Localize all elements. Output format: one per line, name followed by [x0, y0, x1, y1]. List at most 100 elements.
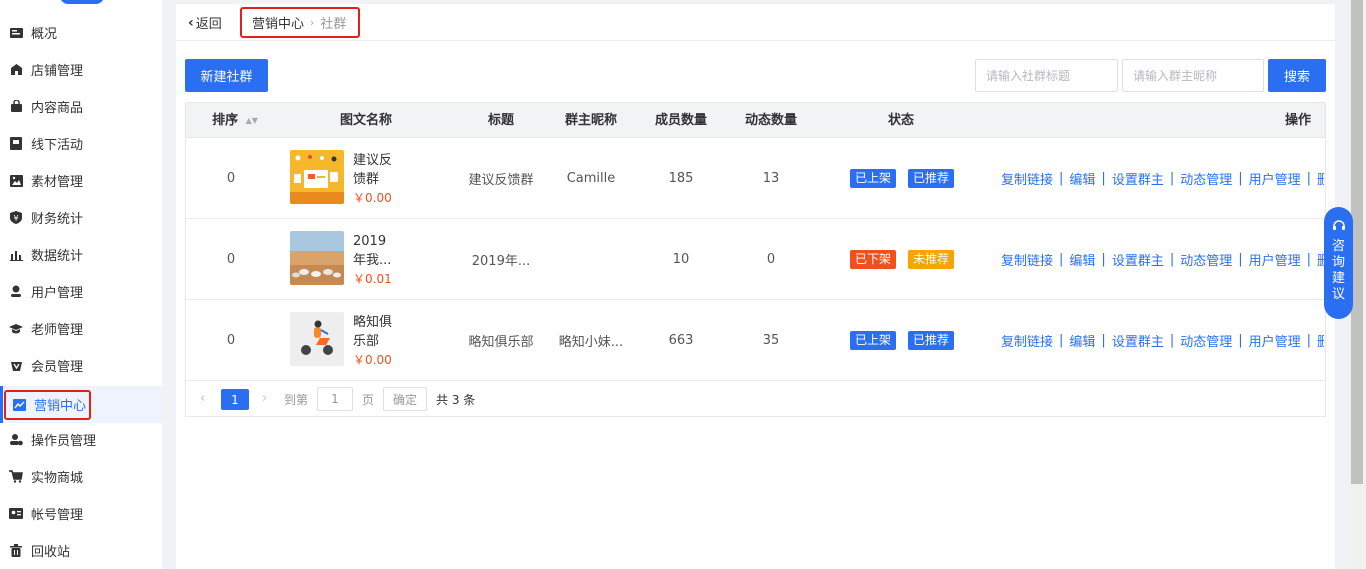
copy-link-link[interactable]: 复制链接	[1001, 250, 1053, 269]
sidebar-item-label: 操作员管理	[31, 434, 97, 449]
item-name-line2: 乐部	[353, 334, 380, 349]
thumbnail-feedback-image[interactable]	[290, 150, 344, 204]
sidebar-item-materials[interactable]: 素材管理	[0, 162, 162, 199]
status-badge-shelf[interactable]: 已上架	[850, 331, 897, 350]
goto-page-input[interactable]: 1	[317, 387, 353, 411]
action-divider: |	[1169, 252, 1175, 267]
chevron-left-icon: ‹	[188, 14, 194, 31]
cart-icon	[9, 470, 23, 484]
item-price: ￥0.00	[353, 191, 392, 205]
current-page-button[interactable]: 1	[221, 389, 249, 410]
sidebar-item-data[interactable]: 数据统计	[0, 236, 162, 273]
cell-members: 185	[668, 171, 694, 186]
search-title-input[interactable]	[975, 59, 1118, 92]
manage-posts-link[interactable]: 动态管理	[1180, 331, 1232, 350]
next-page-icon[interactable]: ›	[262, 391, 267, 406]
graduation-cap-icon	[9, 322, 23, 336]
headset-icon	[1332, 219, 1346, 233]
item-price: ￥0.01	[353, 272, 392, 286]
status-badge-recommend[interactable]: 已推荐	[908, 169, 955, 188]
cell-members: 10	[672, 252, 690, 267]
action-divider: |	[1101, 171, 1106, 186]
sidebar-item-operators[interactable]: 操作员管理	[0, 421, 162, 458]
sidebar-item-members[interactable]: 会员管理	[0, 347, 162, 384]
breadcrumb-item-marketing[interactable]: 营销中心	[252, 13, 304, 32]
page-unit-label: 页	[362, 393, 375, 407]
sidebar-item-users[interactable]: 用户管理	[0, 273, 162, 310]
edit-link[interactable]: 编辑	[1069, 331, 1095, 350]
item-name: 略知俱 乐部 ￥0.00	[353, 313, 413, 370]
sidebar-item-trash[interactable]: 回收站	[0, 532, 162, 569]
status-badge-recommend[interactable]: 已推荐	[908, 331, 955, 350]
column-header-label: 排序	[212, 113, 239, 128]
sidebar-item-label: 素材管理	[31, 175, 84, 190]
item-name: 2019 年我... ￥0.01	[353, 232, 413, 289]
thumbnail-landscape-image[interactable]	[290, 231, 344, 285]
action-divider: |	[1238, 252, 1243, 267]
sidebar-item-teachers[interactable]: 老师管理	[0, 310, 162, 347]
search-button[interactable]: 搜索	[1268, 59, 1326, 92]
action-divider: |	[1059, 333, 1064, 348]
set-owner-link[interactable]: 设置群主	[1112, 250, 1164, 269]
action-divider: |	[1306, 333, 1312, 348]
cell-owner: 略知小妹...	[558, 335, 624, 350]
copy-link-link[interactable]: 复制链接	[1001, 331, 1053, 350]
sidebar-item-offline[interactable]: 线下活动	[0, 125, 162, 162]
sidebar-item-account[interactable]: 帐号管理	[0, 495, 162, 532]
column-header-order[interactable]: 排序 ▲▼	[200, 103, 270, 138]
sidebar-item-overview[interactable]: 概况	[0, 14, 162, 51]
edit-link[interactable]: 编辑	[1069, 250, 1095, 269]
row-actions: 复制链接 | 编辑 | 设置群主 | 动态管理 | 用户管理 | 删除	[1001, 300, 1324, 381]
bar-chart-icon	[9, 248, 23, 262]
sidebar-item-content[interactable]: 内容商品	[0, 88, 162, 125]
manage-users-link[interactable]: 用户管理	[1249, 250, 1301, 269]
cell-posts: 13	[762, 171, 780, 186]
column-header-status: 状态	[887, 113, 914, 128]
action-divider: |	[1238, 171, 1243, 186]
edit-link[interactable]: 编辑	[1069, 169, 1095, 188]
column-header-members: 成员数量	[654, 113, 707, 128]
status-badge-shelf[interactable]: 已下架	[850, 250, 897, 269]
copy-link-link[interactable]: 复制链接	[1001, 169, 1053, 188]
breadcrumb-item-community: 社群	[320, 17, 347, 32]
sort-icon[interactable]: ▲▼	[246, 116, 258, 125]
cell-title: 建议反馈群	[468, 173, 534, 188]
sidebar-item-label: 用户管理	[31, 286, 84, 301]
sidebar-item-shop[interactable]: 店铺管理	[0, 51, 162, 88]
item-name-line1: 建议反	[353, 153, 393, 168]
status-badge-shelf[interactable]: 已上架	[850, 169, 897, 188]
item-name-line2: 馈群	[353, 172, 380, 187]
manage-posts-link[interactable]: 动态管理	[1180, 169, 1232, 188]
set-owner-link[interactable]: 设置群主	[1112, 331, 1164, 350]
sidebar-item-label: 帐号管理	[31, 508, 84, 523]
sidebar-item-label: 数据统计	[31, 249, 84, 264]
back-button[interactable]: ‹ 返回	[188, 13, 222, 33]
manage-posts-link[interactable]: 动态管理	[1180, 250, 1232, 269]
yen-shield-icon: ¥	[9, 211, 23, 225]
manage-users-link[interactable]: 用户管理	[1249, 169, 1301, 188]
set-owner-link[interactable]: 设置群主	[1112, 169, 1164, 188]
action-divider: |	[1059, 171, 1064, 186]
consult-suggestion-button[interactable]: 咨 询 建 议	[1324, 207, 1353, 319]
status-badge-recommend[interactable]: 未推荐	[908, 250, 955, 269]
new-community-button[interactable]: 新建社群	[185, 59, 268, 92]
item-name-line1: 略知俱	[353, 315, 393, 330]
row-actions: 复制链接 | 编辑 | 设置群主 | 动态管理 | 用户管理 | 删除	[1001, 138, 1324, 219]
delete-link[interactable]: 删除	[1317, 331, 1324, 350]
thumbnail-scooter-image[interactable]	[290, 312, 344, 366]
sidebar-item-marketing[interactable]: 营销中心	[0, 386, 162, 423]
delete-link[interactable]: 删除	[1317, 250, 1324, 269]
action-divider: |	[1169, 333, 1175, 348]
sidebar-item-finance[interactable]: ¥ 财务统计	[0, 199, 162, 236]
delete-link[interactable]: 删除	[1317, 169, 1324, 188]
cell-order: 0	[226, 333, 236, 348]
sidebar-item-mall[interactable]: 实物商城	[0, 458, 162, 495]
prev-page-icon[interactable]: ‹	[200, 391, 205, 406]
breadcrumb-separator-icon: ›	[310, 16, 315, 29]
goto-confirm-button[interactable]: 确定	[383, 387, 427, 411]
manage-users-link[interactable]: 用户管理	[1249, 331, 1301, 350]
search-owner-input[interactable]	[1122, 59, 1264, 92]
column-header-posts: 动态数量	[744, 113, 797, 128]
consult-char: 询	[1331, 255, 1345, 270]
column-header-name: 图文名称	[339, 113, 392, 128]
